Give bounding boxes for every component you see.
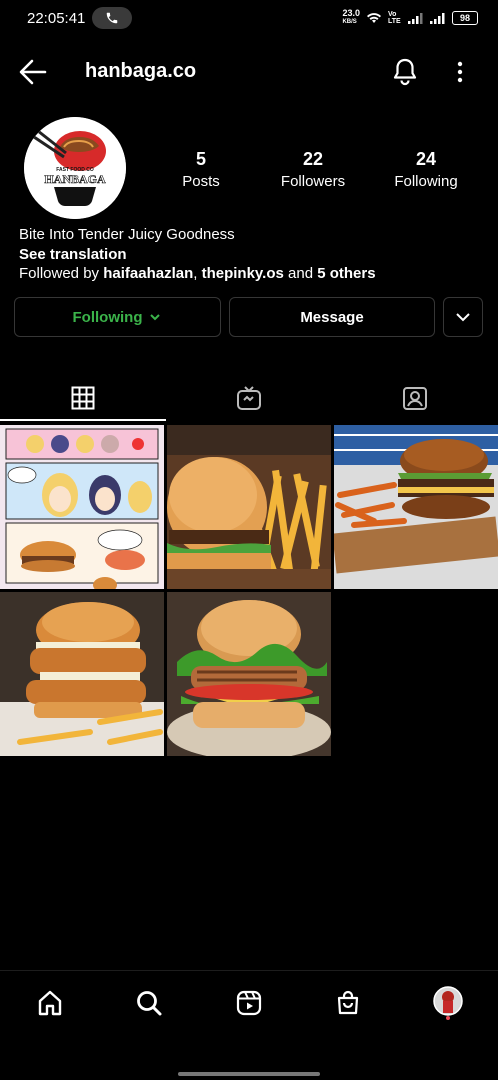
follower-link-2[interactable]: thepinky.os: [202, 265, 284, 282]
profile-tabs: [0, 375, 498, 423]
bottom-navigation: [0, 970, 498, 1034]
profile-avatar[interactable]: [428, 985, 468, 1021]
logo-name: HANBAGA: [44, 172, 106, 186]
message-button[interactable]: Message: [229, 297, 435, 337]
lte-label: Vo LTE: [388, 11, 401, 25]
grid-icon: [71, 386, 95, 409]
status-bar: 22:05:41 23.0 KB/S Vo LTE 98: [0, 0, 498, 38]
home-icon[interactable]: [30, 985, 70, 1021]
post-burger-lettuce[interactable]: [167, 592, 331, 756]
follower-link-1[interactable]: haifaahazlan: [103, 265, 193, 282]
more-options-icon[interactable]: [448, 58, 472, 86]
post-chicken-burger[interactable]: [0, 592, 164, 756]
back-arrow-icon[interactable]: [18, 58, 48, 86]
following-button[interactable]: Following: [14, 297, 221, 337]
profile-header: hanbaga.co: [0, 50, 498, 94]
status-time: 22:05:41: [27, 10, 86, 27]
stat-followers[interactable]: 22 Followers: [263, 148, 363, 192]
stat-posts[interactable]: 5 Posts: [151, 148, 251, 192]
search-icon[interactable]: [129, 985, 169, 1021]
profile-handle: hanbaga.co: [85, 60, 197, 82]
post-comic[interactable]: [0, 425, 164, 589]
tab-grid[interactable]: [0, 375, 166, 420]
reels-icon[interactable]: [229, 985, 269, 1021]
home-indicator-bar[interactable]: [178, 1072, 320, 1076]
shop-icon[interactable]: [328, 985, 368, 1021]
battery-icon: 98: [452, 11, 478, 25]
tab-igtv[interactable]: [166, 375, 332, 420]
post-burger-fries[interactable]: [167, 425, 331, 589]
see-translation-link[interactable]: See translation: [19, 246, 127, 263]
chevron-down-icon: [150, 314, 161, 321]
profile-avatar-logo[interactable]: FAST FOOD CO HANBAGA: [24, 117, 126, 219]
signal-icon-2: [430, 13, 445, 24]
wifi-icon: [367, 13, 381, 23]
notification-bell-icon[interactable]: [390, 56, 420, 86]
status-indicators: 23.0 KB/S Vo LTE 98: [342, 9, 478, 27]
bio-text: Bite Into Tender Juicy Goodness: [19, 226, 235, 243]
igtv-icon: [237, 385, 261, 410]
tab-tagged[interactable]: [332, 375, 498, 420]
active-tab-indicator: [0, 419, 166, 421]
tagged-icon: [403, 386, 427, 410]
suggestions-dropdown-button[interactable]: [443, 297, 483, 337]
followed-by-text[interactable]: Followed by haifaahazlan, thepinky.os an…: [19, 265, 376, 282]
signal-icon-1: [408, 13, 423, 24]
post-burger-sweet-potato[interactable]: [334, 425, 498, 589]
stat-following[interactable]: 24 Following: [376, 148, 476, 192]
net-speed: 23.0 KB/S: [342, 8, 360, 26]
followers-others-link[interactable]: 5 others: [317, 265, 375, 282]
ongoing-call-icon[interactable]: [92, 7, 132, 29]
chevron-down-icon: [456, 313, 470, 322]
